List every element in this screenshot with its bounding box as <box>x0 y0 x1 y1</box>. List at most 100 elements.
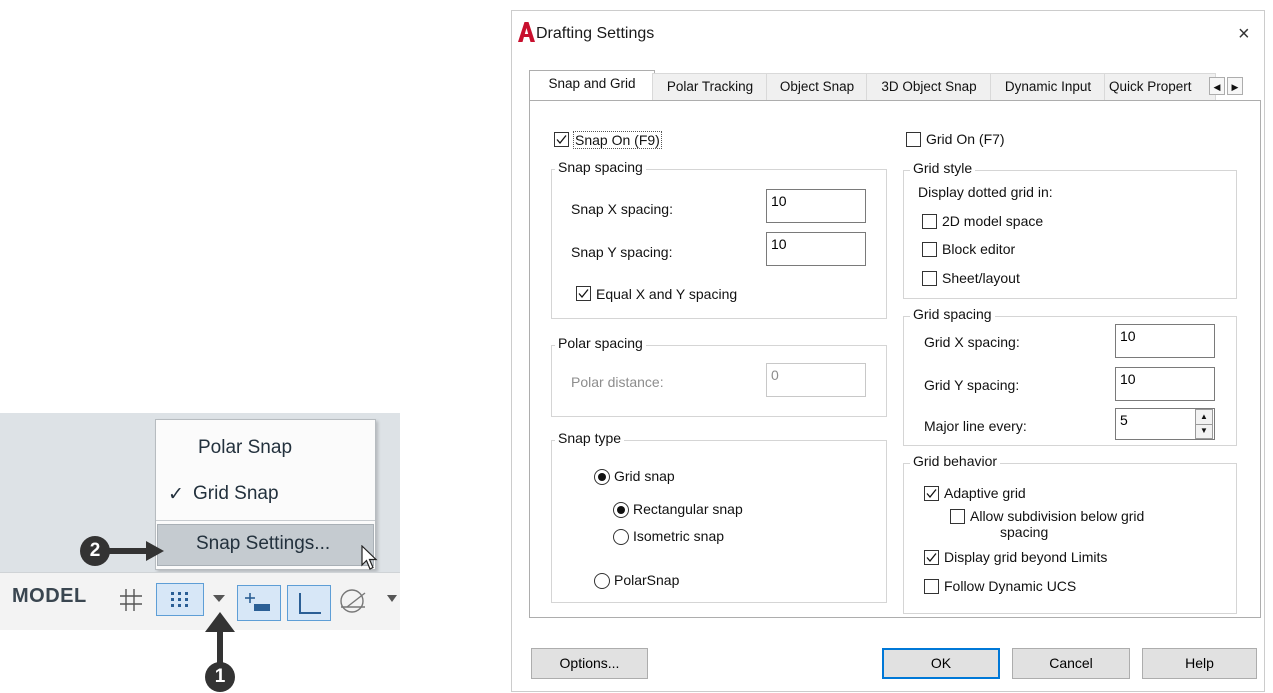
equal-xy-spacing-checkbox[interactable] <box>576 286 591 301</box>
dialog-title: Drafting Settings <box>536 25 655 42</box>
tab-snap-and-grid[interactable]: Snap and Grid <box>529 70 655 102</box>
grid-sheet-layout-checkbox[interactable] <box>922 271 937 286</box>
major-line-stepper[interactable]: ▲ ▼ <box>1195 409 1213 439</box>
snap-spacing-title: Snap spacing <box>555 159 646 175</box>
ok-button[interactable]: OK <box>882 648 1000 679</box>
allow-subdivision-label-line2[interactable]: spacing <box>1000 524 1048 540</box>
grid-y-spacing-input[interactable]: 10 <box>1115 367 1215 401</box>
polarsnap-label[interactable]: PolarSnap <box>614 572 679 588</box>
grid-2d-model-space-checkbox[interactable] <box>922 214 937 229</box>
checkmark-icon <box>556 135 567 145</box>
menu-item-polar-snap[interactable]: Polar Snap <box>156 428 375 468</box>
infer-constraints-button[interactable] <box>237 585 281 621</box>
tab-label: 3D Object Snap <box>881 79 977 94</box>
grid-block-editor-checkbox[interactable] <box>922 242 937 257</box>
grid-style-caption: Display dotted grid in: <box>918 184 1053 200</box>
tab-label: Polar Tracking <box>666 79 754 94</box>
drafting-settings-dialog: Drafting Settings × Snap and Grid Polar … <box>511 10 1265 692</box>
snap-mode-menu: Polar Snap ✓ Grid Snap Snap Settings... <box>155 419 376 570</box>
snap-on-checkbox[interactable] <box>554 132 569 147</box>
display-grid-beyond-limits-label[interactable]: Display grid beyond Limits <box>944 549 1107 565</box>
menu-item-snap-settings[interactable]: Snap Settings... <box>157 524 374 566</box>
grid-x-spacing-input[interactable]: 10 <box>1115 324 1215 358</box>
checkmark-icon <box>578 289 589 299</box>
options-button[interactable]: Options... <box>531 648 648 679</box>
close-icon[interactable]: × <box>1238 23 1250 46</box>
snap-mode-button[interactable] <box>156 583 204 616</box>
tab-label: Dynamic Input <box>1004 79 1092 94</box>
menu-item-label: Snap Settings... <box>196 533 331 554</box>
dropdown-arrow-icon[interactable] <box>386 593 398 603</box>
grid-sheet-layout-label[interactable]: Sheet/layout <box>942 270 1020 286</box>
isometric-snap-label[interactable]: Isometric snap <box>633 528 724 544</box>
equal-xy-spacing-label[interactable]: Equal X and Y spacing <box>596 286 737 302</box>
display-grid-beyond-limits-checkbox[interactable] <box>924 550 939 565</box>
adaptive-grid-label[interactable]: Adaptive grid <box>944 485 1026 501</box>
snap-y-spacing-input[interactable]: 10 <box>766 232 866 266</box>
callout-number-1: 1 <box>205 662 235 692</box>
grid-snap-radio[interactable] <box>594 469 610 485</box>
grid-y-spacing-label: Grid Y spacing: <box>924 377 1020 393</box>
stepper-down-icon[interactable]: ▼ <box>1196 424 1212 438</box>
grid-style-title: Grid style <box>910 160 976 176</box>
allow-subdivision-label[interactable]: Allow subdivision below grid <box>970 508 1144 524</box>
grid-2d-model-space-label[interactable]: 2D model space <box>942 213 1043 229</box>
grid-on-label[interactable]: Grid On (F7) <box>926 131 1005 147</box>
tab-dynamic-input[interactable]: Dynamic Input <box>990 73 1106 100</box>
menu-item-label: Grid Snap <box>193 483 279 504</box>
snap-x-spacing-label: Snap X spacing: <box>571 201 673 217</box>
tab-label: Quick Propert <box>1109 79 1192 94</box>
checkmark-icon <box>926 489 937 499</box>
model-space-button[interactable]: MODEL <box>12 585 87 608</box>
rectangular-snap-label[interactable]: Rectangular snap <box>633 501 743 517</box>
checkmark-icon: ✓ <box>168 484 184 505</box>
tab-label: Snap and Grid <box>548 76 636 91</box>
isometric-snap-radio[interactable] <box>613 529 629 545</box>
snap-mode-icon <box>171 592 188 607</box>
tab-scroll-right-icon[interactable]: ▶ <box>1227 77 1243 95</box>
grid-behavior-title: Grid behavior <box>910 453 1001 469</box>
grid-snap-label[interactable]: Grid snap <box>614 468 675 484</box>
rectangular-snap-radio[interactable] <box>613 502 629 518</box>
tab-quick-properties[interactable]: Quick Propert <box>1104 73 1216 100</box>
stepper-up-icon[interactable]: ▲ <box>1196 410 1212 425</box>
major-line-every-label: Major line every: <box>924 418 1027 434</box>
tab-scroll-left-icon[interactable]: ◀ <box>1209 77 1225 95</box>
checkmark-icon <box>926 553 937 563</box>
snap-y-spacing-label: Snap Y spacing: <box>571 244 673 260</box>
menu-item-label: Polar Snap <box>198 437 293 458</box>
callout-number-2: 2 <box>80 536 110 566</box>
mouse-cursor-icon <box>361 545 378 570</box>
infer-constraints-icon <box>245 593 270 611</box>
polar-tracking-icon[interactable] <box>338 587 368 615</box>
autocad-logo-icon <box>518 22 535 42</box>
grid-on-checkbox[interactable] <box>906 132 921 147</box>
tab-3d-object-snap[interactable]: 3D Object Snap <box>866 73 992 100</box>
tab-label: Object Snap <box>779 79 855 94</box>
grid-x-spacing-label: Grid X spacing: <box>924 334 1020 350</box>
dropdown-arrow-icon[interactable] <box>212 593 226 603</box>
grid-spacing-title: Grid spacing <box>910 306 995 322</box>
polarsnap-radio[interactable] <box>594 573 610 589</box>
ortho-icon <box>299 593 321 614</box>
callout-arrow-right-icon <box>108 541 164 561</box>
grid-block-editor-label[interactable]: Block editor <box>942 241 1015 257</box>
grid-icon[interactable] <box>118 587 144 613</box>
adaptive-grid-checkbox[interactable] <box>924 486 939 501</box>
polar-spacing-title: Polar spacing <box>555 335 646 351</box>
polar-distance-label: Polar distance: <box>571 374 664 390</box>
follow-dynamic-ucs-label[interactable]: Follow Dynamic UCS <box>944 578 1076 594</box>
tab-polar-tracking[interactable]: Polar Tracking <box>652 73 768 100</box>
menu-item-grid-snap[interactable]: ✓ Grid Snap <box>156 474 375 514</box>
help-button[interactable]: Help <box>1142 648 1257 679</box>
allow-subdivision-checkbox[interactable] <box>950 509 965 524</box>
follow-dynamic-ucs-checkbox[interactable] <box>924 579 939 594</box>
tab-object-snap[interactable]: Object Snap <box>766 73 868 100</box>
snap-x-spacing-input[interactable]: 10 <box>766 189 866 223</box>
polar-distance-input[interactable]: 0 <box>766 363 866 397</box>
menu-divider <box>156 520 375 521</box>
cancel-button[interactable]: Cancel <box>1012 648 1130 679</box>
callout-arrow-up-icon <box>205 612 235 666</box>
snap-on-label[interactable]: Snap On (F9) <box>573 131 662 149</box>
ortho-mode-button[interactable] <box>287 585 331 621</box>
